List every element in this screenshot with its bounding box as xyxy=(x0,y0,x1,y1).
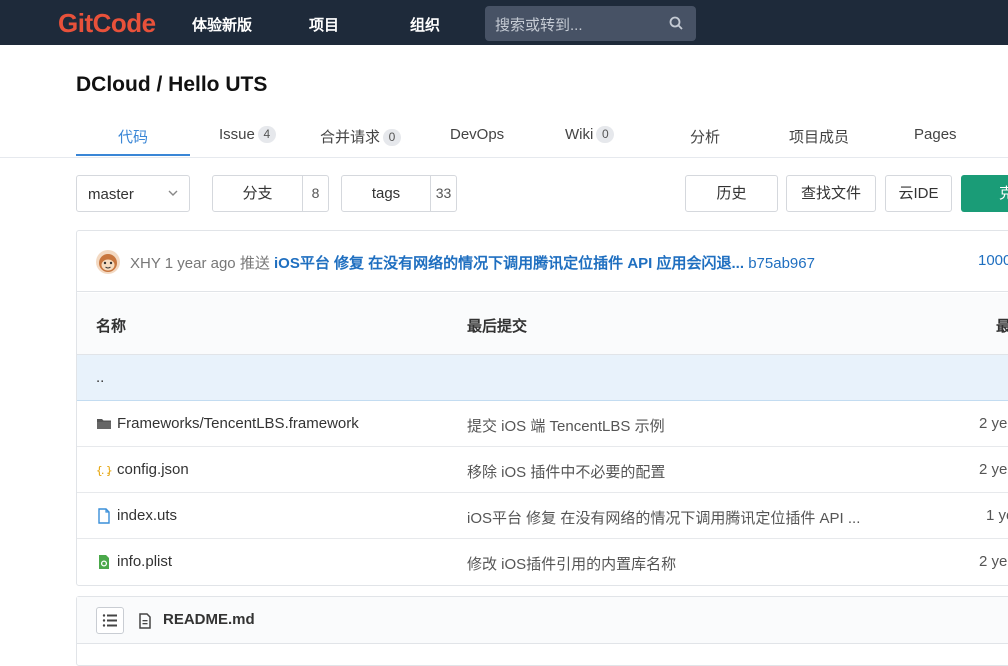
count-badge: 0 xyxy=(383,129,402,146)
commit-author[interactable]: XHY xyxy=(130,255,161,272)
tab-label: Pages xyxy=(914,126,957,143)
tab-devops[interactable]: DevOps xyxy=(450,126,504,143)
file-updated-time: 1 ye xyxy=(986,507,1008,524)
commit-message[interactable]: iOS平台 修复 在没有网络的情况下调用腾讯定位插件 API 应用会闪退... xyxy=(274,255,744,272)
file-commit-message[interactable]: iOS平台 修复 在没有网络的情况下调用腾讯定位插件 API ... xyxy=(467,507,860,528)
file-updated-time: 2 ye xyxy=(979,553,1008,570)
tab-analytics[interactable]: 分析 xyxy=(690,126,720,147)
commit-time: 1 year ago xyxy=(164,255,236,272)
file-updated-time: 2 ye xyxy=(979,461,1008,478)
file-commit-message[interactable]: 移除 iOS 插件中不必要的配置 xyxy=(467,461,665,482)
tab-merge-requests[interactable]: 合并请求 0 xyxy=(320,126,402,147)
branch-name: master xyxy=(88,186,134,203)
search-icon[interactable] xyxy=(669,16,683,30)
table-row[interactable]: Frameworks/TencentLBS.framework 提交 iOS 端… xyxy=(77,401,1008,447)
nav-new-version[interactable]: 体验新版 xyxy=(192,14,252,35)
tab-label: Wiki xyxy=(565,126,594,143)
branch-select[interactable]: master xyxy=(76,175,190,212)
branches-label: 分支 xyxy=(242,185,273,202)
branches-count: 8 xyxy=(302,176,328,211)
file-updated-time: 2 ye xyxy=(979,415,1008,432)
table-header: 名称 最后提交 最 xyxy=(77,293,1008,355)
tags-button[interactable]: tags 33 xyxy=(341,175,457,212)
nav-groups[interactable]: 组织 xyxy=(410,14,440,35)
clone-button[interactable]: 克 xyxy=(961,175,1008,212)
tab-members[interactable]: 项目成员 xyxy=(789,126,849,147)
avatar[interactable] xyxy=(96,250,120,274)
chevron-down-icon xyxy=(168,190,178,196)
commit-sha[interactable]: b75ab967 xyxy=(748,255,815,272)
readme-panel: README.md xyxy=(76,596,1008,666)
count-badge: 4 xyxy=(257,126,276,143)
find-file-button[interactable]: 查找文件 xyxy=(786,175,876,212)
tab-code[interactable]: 代码 xyxy=(118,126,148,147)
gitcode-logo[interactable]: GitCode xyxy=(58,8,156,39)
tab-label: 代码 xyxy=(118,129,149,146)
list-icon xyxy=(102,614,117,627)
search-input[interactable]: 搜索或转到... xyxy=(485,6,696,41)
commit-action: 推送 xyxy=(239,255,270,272)
count-badge: 0 xyxy=(596,126,615,143)
tab-pages[interactable]: Pages xyxy=(914,126,957,143)
folder-icon xyxy=(97,419,111,429)
table-of-contents-button[interactable] xyxy=(96,607,124,634)
tab-label: 分析 xyxy=(690,129,721,146)
column-last-update: 最 xyxy=(996,318,1008,335)
nav-projects[interactable]: 项目 xyxy=(309,14,339,35)
readme-header: README.md xyxy=(77,597,1008,644)
tab-label: DevOps xyxy=(450,126,505,143)
top-navbar: GitCode 体验新版 项目 组织 搜索或转到... xyxy=(0,0,1008,45)
tab-label: 合并请求 xyxy=(320,129,381,146)
column-name: 名称 xyxy=(96,318,127,335)
active-tab-indicator xyxy=(76,154,190,156)
parent-directory-row[interactable]: .. xyxy=(77,355,1008,401)
file-name[interactable]: index.uts xyxy=(117,507,177,524)
document-icon xyxy=(139,613,151,629)
file-icon xyxy=(98,508,110,524)
branches-button[interactable]: 分支 8 xyxy=(212,175,329,212)
json-file-icon: {..} xyxy=(96,464,112,477)
repo-tabs: 代码 Issue 4 合并请求 0 DevOps Wiki 0 分析 项目成员 Pag… xyxy=(0,118,1008,158)
last-commit-bar: XHY 1 year ago 推送 iOS平台 修复 在没有网络的情况下调用腾讯… xyxy=(77,231,1008,292)
file-name[interactable]: config.json xyxy=(117,461,189,478)
tags-count: 33 xyxy=(430,176,456,211)
table-row[interactable]: {..} config.json 移除 iOS 插件中不必要的配置 2 ye xyxy=(77,447,1008,493)
parent-directory-link[interactable]: .. xyxy=(96,369,104,386)
tab-label: Issue xyxy=(219,126,255,143)
tab-issue[interactable]: Issue 4 xyxy=(219,126,276,143)
history-button[interactable]: 历史 xyxy=(685,175,778,212)
column-last-commit: 最后提交 xyxy=(467,318,528,335)
readme-title: README.md xyxy=(163,611,255,628)
file-commit-message[interactable]: 修改 iOS插件引用的内置库名称 xyxy=(467,553,676,574)
table-row[interactable]: index.uts iOS平台 修复 在没有网络的情况下调用腾讯定位插件 API… xyxy=(77,493,1008,539)
table-row[interactable]: info.plist 修改 iOS插件引用的内置库名称 2 ye xyxy=(77,539,1008,585)
commit-info: XHY 1 year ago 推送 iOS平台 修复 在没有网络的情况下调用腾讯… xyxy=(130,252,815,273)
file-commit-message[interactable]: 提交 iOS 端 TencentLBS 示例 xyxy=(467,415,665,436)
tags-label: tags xyxy=(371,185,401,202)
svg-text:}: } xyxy=(106,464,112,477)
file-browser: XHY 1 year ago 推送 iOS平台 修复 在没有网络的情况下调用腾讯… xyxy=(76,230,1008,586)
search-placeholder: 搜索或转到... xyxy=(495,17,583,34)
tab-label: 项目成员 xyxy=(789,129,850,146)
plist-file-icon xyxy=(99,555,109,569)
repo-title[interactable]: DCloud / Hello UTS xyxy=(76,73,267,97)
commit-count[interactable]: 1000 xyxy=(978,252,1008,269)
file-name[interactable]: Frameworks/TencentLBS.framework xyxy=(117,415,359,432)
cloud-ide-button[interactable]: 云IDE xyxy=(885,175,952,212)
tab-wiki[interactable]: Wiki 0 xyxy=(565,126,615,143)
file-name[interactable]: info.plist xyxy=(117,553,172,570)
